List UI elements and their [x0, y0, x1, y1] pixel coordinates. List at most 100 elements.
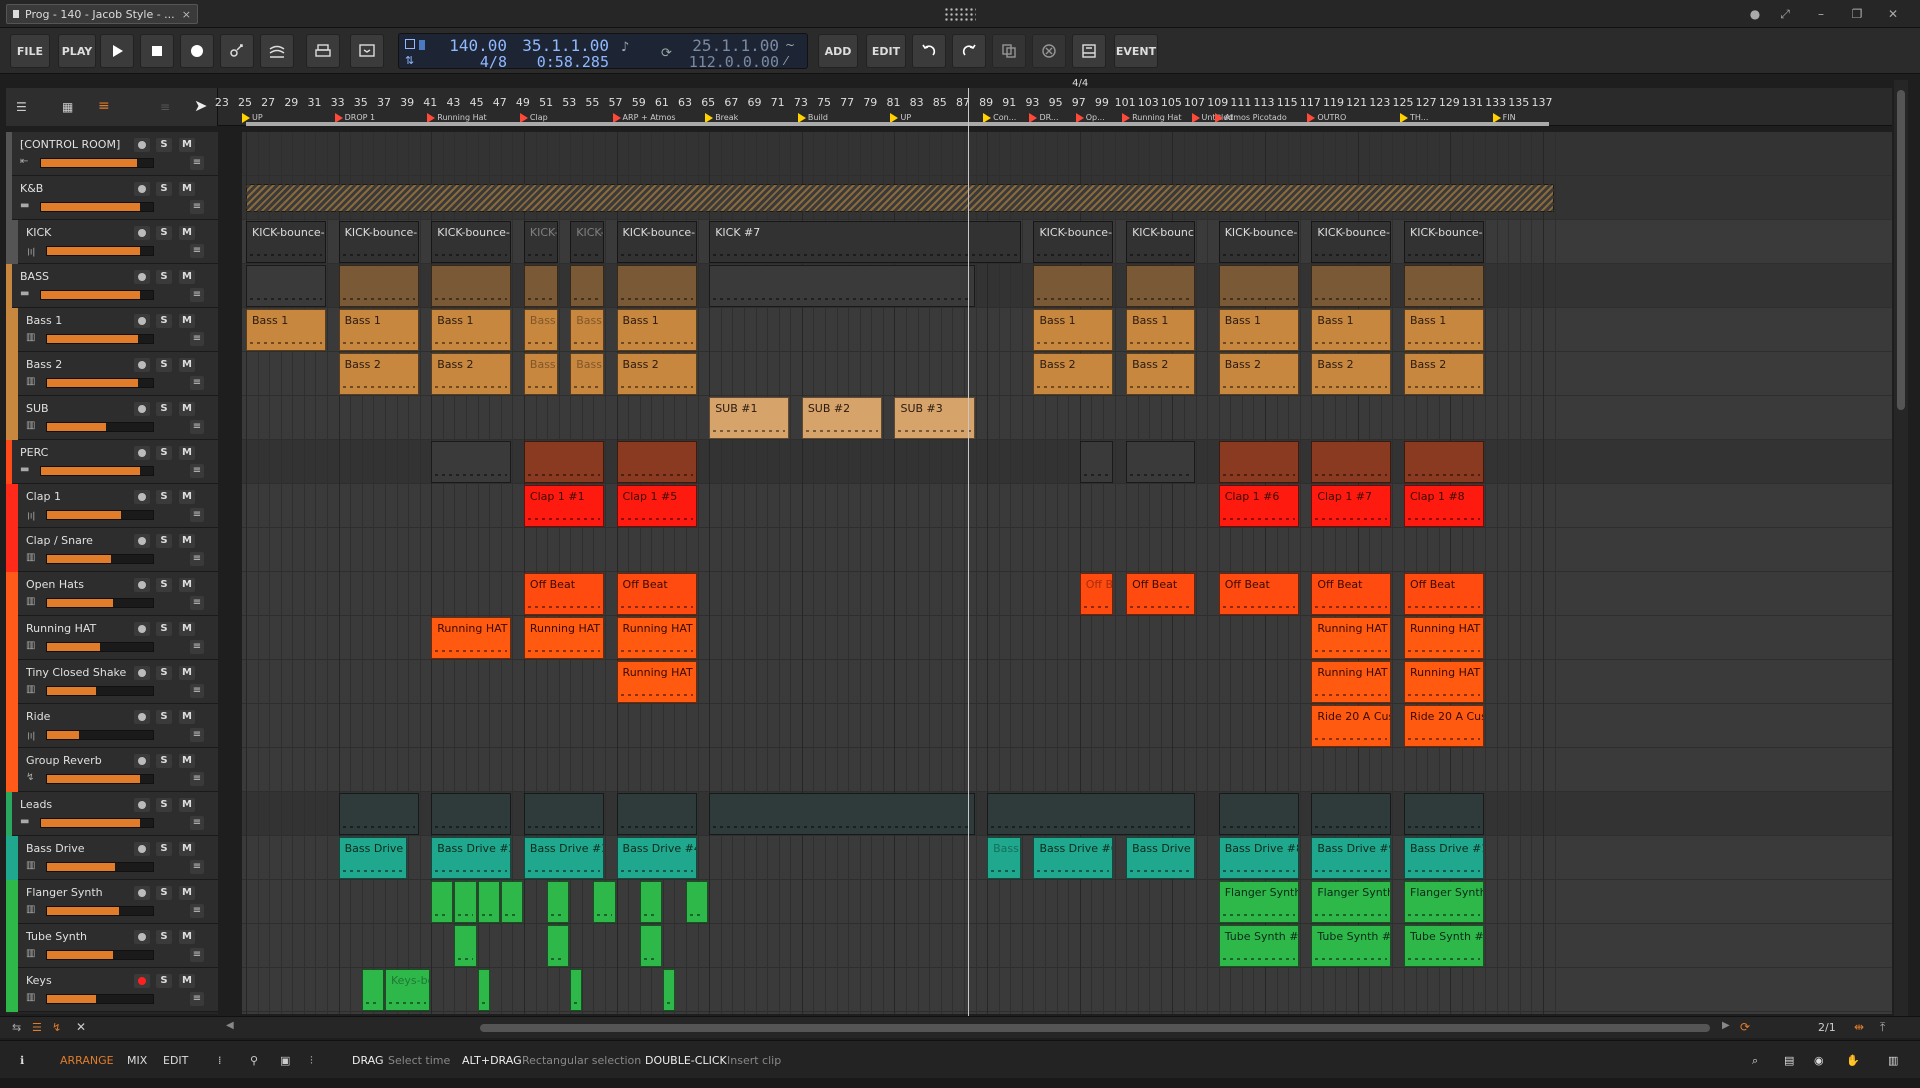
mute-button[interactable]: M	[179, 490, 195, 504]
solo-button[interactable]: S	[156, 314, 172, 328]
restore-icon[interactable]: ❐	[1848, 5, 1866, 23]
track-name[interactable]: Leads	[20, 798, 120, 811]
track-header[interactable]: Clap 1 〣 S M ≡	[6, 484, 218, 528]
edit-button[interactable]: EDIT	[866, 34, 906, 68]
mute-button[interactable]: M	[179, 534, 195, 548]
play-button[interactable]	[100, 34, 134, 68]
volume-fader[interactable]	[46, 422, 154, 432]
track-type-icon[interactable]: ▥	[26, 904, 38, 916]
track-type-icon[interactable]: ▥	[26, 684, 38, 696]
clip[interactable]: Bass 2	[523, 353, 558, 395]
clip[interactable]: SUB #1	[709, 397, 790, 439]
solo-button[interactable]: S	[156, 182, 172, 196]
clip[interactable]: Tube Synth #6	[1404, 925, 1485, 967]
clip[interactable]: KICK-bou	[523, 221, 558, 263]
clip[interactable]: Off Beat	[523, 573, 604, 615]
clip[interactable]: Clap 1 #8	[1404, 485, 1485, 527]
scroll-left-icon[interactable]: ◀	[226, 1020, 234, 1031]
track-type-icon[interactable]: 〣	[26, 244, 38, 259]
clip[interactable]: Bass 1	[1404, 309, 1485, 351]
track-menu-icon[interactable]: ≡	[190, 552, 204, 566]
hand-icon[interactable]: ✋	[1846, 1054, 1860, 1067]
monitor-button[interactable]	[134, 930, 150, 944]
clip[interactable]	[338, 793, 419, 835]
cue-marker[interactable]: FIN	[1492, 113, 1516, 123]
clip[interactable]	[1126, 265, 1195, 307]
track-menu-icon[interactable]: ≡	[190, 816, 204, 830]
track-header[interactable]: Keys ▥ S M ≡	[6, 968, 218, 1012]
track-header[interactable]: BASS ▬ S M ≡	[6, 264, 218, 308]
track-name[interactable]: Bass 1	[26, 314, 126, 327]
clip[interactable]	[593, 881, 616, 923]
add-button[interactable]: ADD	[818, 34, 858, 68]
clip[interactable]: Bass Drive #8	[1218, 837, 1299, 879]
cue-marker[interactable]: Clap	[519, 113, 548, 123]
clip[interactable]	[477, 969, 490, 1011]
track-header[interactable]: Bass 2 ▥ S M ≡	[6, 352, 218, 396]
mute-button[interactable]: M	[179, 314, 195, 328]
track-header[interactable]: Tiny Closed Shaker ▥ S M ≡	[6, 660, 218, 704]
mute-button[interactable]: M	[179, 666, 195, 680]
track-name[interactable]: Tube Synth	[26, 930, 126, 943]
solo-button[interactable]: S	[156, 710, 172, 724]
loop-icon[interactable]: ⟳	[661, 46, 672, 61]
clip[interactable]: Ride 20 A Custom A C	[1404, 705, 1485, 747]
volume-fader[interactable]	[40, 202, 154, 212]
track-header[interactable]: Open Hats ▥ S M ≡	[6, 572, 218, 616]
mix-view-tab[interactable]: MIX	[127, 1054, 147, 1067]
track-name[interactable]: Group Reverb	[26, 754, 126, 767]
clip[interactable]: KICK-bounce-3	[1033, 221, 1114, 263]
minimize-icon[interactable]: –	[1812, 5, 1830, 23]
track-type-icon[interactable]: 〣	[26, 508, 38, 523]
clip[interactable]: Off Beat	[1218, 573, 1299, 615]
clip[interactable]: Bass 1	[523, 309, 558, 351]
cue-marker[interactable]: Break	[705, 113, 738, 123]
monitor-button[interactable]	[134, 842, 150, 856]
clip[interactable]	[686, 881, 709, 923]
track-name[interactable]: Open Hats	[26, 578, 126, 591]
tap-tempo-icon[interactable]: ⇅	[405, 54, 414, 67]
mute-button[interactable]: M	[179, 930, 195, 944]
track-name[interactable]: SUB	[26, 402, 126, 415]
track-name[interactable]: Ride	[26, 710, 126, 723]
track-header[interactable]: KICK 〣 S M ≡	[6, 220, 218, 264]
record-button[interactable]	[180, 34, 214, 68]
clip[interactable]	[1311, 441, 1392, 483]
clip[interactable]	[1079, 441, 1114, 483]
mute-button[interactable]: M	[179, 578, 195, 592]
volume-fader[interactable]	[46, 862, 154, 872]
clip[interactable]	[454, 925, 477, 967]
track-menu-icon[interactable]: ≡	[190, 508, 204, 522]
clip[interactable]: Off Beat	[1311, 573, 1392, 615]
track-type-icon[interactable]: 〣	[26, 728, 38, 743]
cue-marker[interactable]: TH...	[1400, 113, 1428, 123]
clip[interactable]	[523, 265, 558, 307]
volume-fader[interactable]	[46, 510, 154, 520]
fullscreen-icon[interactable]: ⤢	[1776, 5, 1794, 23]
clip[interactable]	[431, 793, 512, 835]
track-name[interactable]: Clap 1	[26, 490, 126, 503]
solo-button[interactable]: S	[156, 578, 172, 592]
clip[interactable]: Ride 20 A Custom A C	[1311, 705, 1392, 747]
monitor-button[interactable]	[134, 490, 150, 504]
automation-write-button[interactable]	[220, 34, 254, 68]
clip[interactable]: KICK-bounce-3	[246, 221, 327, 263]
clip[interactable]: Bass Drive #7	[1126, 837, 1195, 879]
mute-button[interactable]: M	[179, 182, 195, 196]
stack-icon[interactable]: ☰	[32, 1021, 42, 1034]
loop-region-bar[interactable]	[246, 122, 1549, 126]
clip[interactable]: Tube Synth #4	[1218, 925, 1299, 967]
track-name[interactable]: K&B	[20, 182, 120, 195]
solo-button[interactable]: S	[156, 886, 172, 900]
track-name[interactable]: Tiny Closed Shaker	[26, 666, 126, 679]
mute-button[interactable]: M	[179, 138, 195, 152]
clip[interactable]: KICK-bounce-3	[431, 221, 512, 263]
clip[interactable]	[1404, 265, 1485, 307]
solo-button[interactable]: S	[156, 842, 172, 856]
clip[interactable]: KICK #7	[709, 221, 1021, 263]
monitor-button[interactable]	[134, 402, 150, 416]
track-header[interactable]: Bass Drive ▥ S M ≡	[6, 836, 218, 880]
track-type-icon[interactable]: ▥	[26, 420, 38, 432]
clip[interactable]	[1311, 793, 1392, 835]
volume-fader[interactable]	[46, 774, 154, 784]
